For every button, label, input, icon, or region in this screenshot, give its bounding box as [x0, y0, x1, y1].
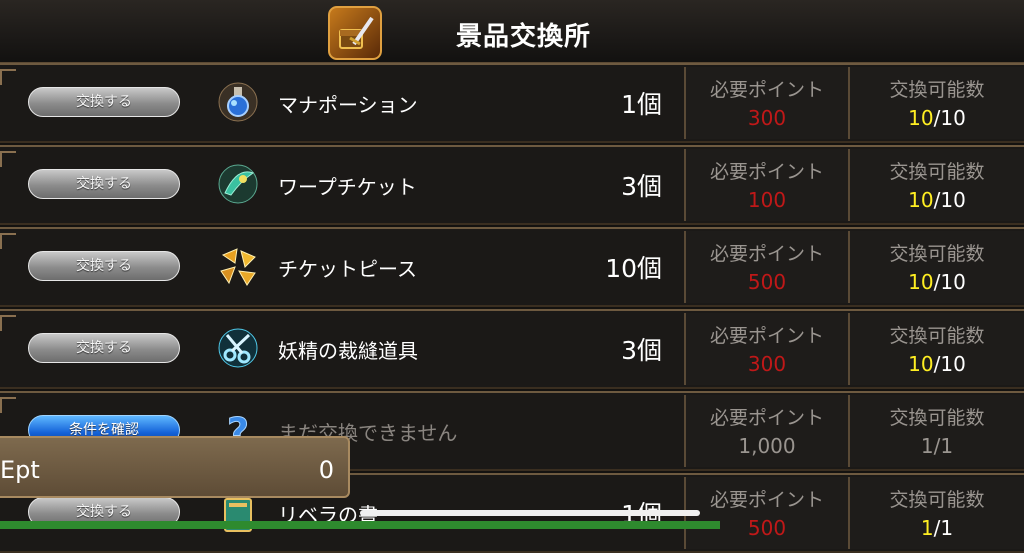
exchange-count-label: 交換可能数	[889, 161, 985, 183]
item-name: チケットピース	[278, 257, 417, 281]
ticket-piece-icon	[217, 245, 259, 287]
potion-icon	[217, 81, 259, 123]
prize-row: 交換する チケットピース 10個 必要ポイント 500 交換可能数 10/10	[0, 227, 1024, 307]
count-total: /10	[933, 106, 966, 130]
exchange-count-value: 10/10	[850, 188, 1024, 212]
required-points-label: 必要ポイント	[709, 489, 824, 511]
count-current: 10	[908, 188, 934, 212]
required-points-label: 必要ポイント	[709, 79, 824, 101]
item-quantity: 3個	[621, 172, 662, 201]
required-points-value: 500	[747, 270, 787, 294]
required-points-label: 必要ポイント	[709, 161, 824, 183]
exchange-count-cell: 交換可能数 1/1	[848, 395, 1024, 467]
item-name: マナポーション	[278, 93, 418, 117]
exchange-button[interactable]: 交換する	[28, 169, 180, 199]
required-points-cell: 必要ポイント 300	[684, 67, 848, 139]
ept-value: 0	[318, 456, 334, 484]
sewing-tools-icon	[217, 327, 259, 369]
exchange-count-cell: 交換可能数 1/1	[848, 477, 1024, 549]
exchange-count-value: 10/10	[850, 270, 1024, 294]
exchange-button[interactable]: 交換する	[28, 333, 180, 363]
progress-line	[0, 521, 720, 529]
exchange-count-label: 交換可能数	[889, 243, 985, 265]
required-points-value: 100	[747, 188, 787, 212]
exchange-count-value: 10/10	[850, 352, 1024, 376]
exchange-button[interactable]: 交換する	[28, 87, 180, 117]
scroll-indicator[interactable]	[360, 510, 700, 516]
ept-label: Ept	[0, 456, 40, 484]
exchange-count-label: 交換可能数	[889, 489, 985, 511]
required-points-label: 必要ポイント	[709, 407, 824, 429]
page-title: 景品交換所	[456, 22, 592, 52]
exchange-count-label: 交換可能数	[889, 79, 985, 101]
exchange-count-cell: 交換可能数 10/10	[848, 231, 1024, 303]
header-bar: 景品交換所	[0, 0, 1024, 64]
required-points-cell: 必要ポイント 500	[684, 477, 848, 549]
exchange-count-label: 交換可能数	[889, 325, 985, 347]
exchange-count-value: 1/1	[850, 516, 1024, 540]
ept-panel: Ept 0	[0, 436, 350, 498]
warp-ticket-icon	[217, 163, 259, 205]
count-total: /10	[933, 188, 966, 212]
required-points-cell: 必要ポイント 1,000	[684, 395, 848, 467]
required-points-cell: 必要ポイント 500	[684, 231, 848, 303]
prize-row: 交換する 妖精の裁縫道具 3個 必要ポイント 300 交換可能数 10/10	[0, 309, 1024, 389]
count-current: 10	[908, 352, 934, 376]
required-points-label: 必要ポイント	[709, 243, 824, 265]
exchange-count-cell: 交換可能数 10/10	[848, 313, 1024, 385]
count-current: 1	[920, 434, 934, 458]
count-current: 10	[908, 270, 934, 294]
item-quantity: 1個	[621, 90, 662, 119]
item-name: 妖精の裁縫道具	[278, 339, 418, 363]
exchange-count-label: 交換可能数	[889, 407, 985, 429]
exchange-button[interactable]: 交換する	[28, 251, 180, 281]
count-total: /1	[933, 434, 954, 458]
required-points-value: 1,000	[738, 434, 796, 458]
exchange-count-value: 1/1	[850, 434, 1024, 458]
count-total: /10	[933, 270, 966, 294]
exchange-count-cell: 交換可能数 10/10	[848, 67, 1024, 139]
required-points-value: 300	[747, 352, 787, 376]
required-points-label: 必要ポイント	[709, 325, 824, 347]
prize-row: 交換する ワープチケット 3個 必要ポイント 100 交換可能数 10/10	[0, 145, 1024, 225]
count-total: /1	[933, 516, 954, 540]
treasure-shop-icon	[328, 6, 382, 60]
exchange-count-value: 10/10	[850, 106, 1024, 130]
exchange-count-cell: 交換可能数 10/10	[848, 149, 1024, 221]
count-current: 1	[920, 516, 934, 540]
item-quantity: 10個	[605, 254, 662, 283]
required-points-cell: 必要ポイント 100	[684, 149, 848, 221]
item-name: ワープチケット	[278, 175, 417, 199]
required-points-value: 300	[747, 106, 787, 130]
count-current: 10	[908, 106, 934, 130]
item-quantity: 3個	[621, 336, 662, 365]
required-points-cell: 必要ポイント 300	[684, 313, 848, 385]
count-total: /10	[933, 352, 966, 376]
prize-row: 交換する マナポーション 1個 必要ポイント 300 交換可能数 10/10	[0, 63, 1024, 143]
